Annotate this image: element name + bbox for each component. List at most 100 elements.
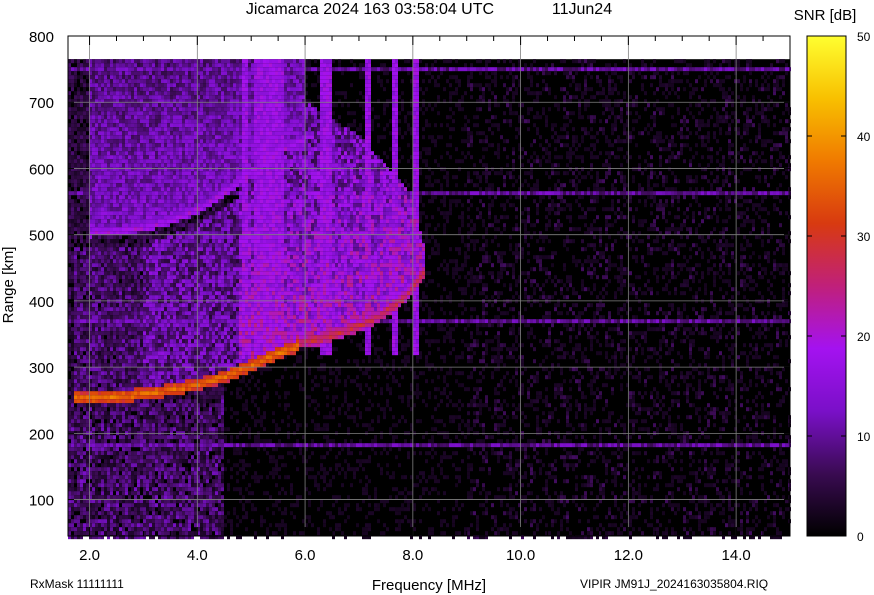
heatmap-cell: [95, 439, 98, 444]
heatmap-cell: [152, 419, 155, 424]
heatmap-cell: [140, 483, 143, 488]
heatmap-cell: [104, 271, 107, 276]
heatmap-cell: [185, 351, 188, 356]
heatmap-cell: [71, 335, 74, 340]
heatmap-cell: [176, 239, 179, 244]
heatmap-cell: [131, 151, 134, 156]
heatmap-cell: [113, 283, 116, 288]
heatmap-cell: [170, 131, 173, 136]
heatmap-cell: [77, 315, 80, 320]
heatmap-cell: [134, 303, 137, 308]
heatmap-cell: [134, 343, 137, 348]
heatmap-cell: [131, 475, 134, 480]
heatmap-cell: [152, 323, 155, 328]
heatmap-cell: [125, 531, 128, 536]
heatmap-cell: [101, 223, 104, 228]
heatmap-cell: [185, 303, 188, 308]
heatmap-cell: [146, 243, 149, 248]
heatmap-cell: [110, 419, 113, 424]
heatmap-cell: [119, 235, 122, 240]
heatmap-cell: [71, 107, 74, 112]
heatmap-cell: [134, 83, 137, 88]
heatmap-cell: [164, 191, 167, 196]
heatmap-cell: [173, 483, 176, 488]
heatmap-cell: [170, 143, 173, 148]
heatmap-cell: [140, 119, 143, 124]
heatmap-cell: [182, 127, 185, 132]
heatmap-cell: [149, 447, 152, 452]
heatmap-cell: [182, 219, 185, 224]
heatmap-cell: [170, 379, 173, 384]
heatmap-cell: [116, 287, 119, 292]
heatmap-cell: [143, 367, 146, 372]
heatmap-cell: [116, 131, 119, 136]
heatmap-cell: [110, 179, 113, 184]
heatmap-cell: [95, 519, 98, 524]
heatmap-cell: [182, 139, 185, 144]
heatmap-cell: [83, 227, 86, 232]
heatmap-cell: [164, 255, 167, 260]
heatmap-cell: [74, 183, 77, 188]
heatmap-cell: [107, 475, 110, 480]
heatmap-cell: [149, 143, 152, 148]
heatmap-cell: [101, 183, 104, 188]
heatmap-cell: [95, 59, 98, 64]
heatmap-cell: [146, 143, 149, 148]
heatmap-cell: [161, 359, 164, 364]
heatmap-cell: [140, 447, 143, 452]
heatmap-cell: [146, 415, 149, 420]
heatmap-cell: [80, 255, 83, 260]
heatmap-cell: [104, 391, 107, 396]
heatmap-cell: [125, 175, 128, 180]
heatmap-cell: [86, 515, 89, 520]
heatmap-cell: [194, 519, 197, 524]
heatmap-cell: [110, 79, 113, 84]
heatmap-cell: [95, 67, 98, 72]
heatmap-cell: [194, 467, 197, 472]
heatmap-cell: [92, 363, 95, 368]
heatmap-cell: [95, 503, 98, 508]
heatmap-cell: [98, 331, 101, 336]
heatmap-cell: [116, 243, 119, 248]
heatmap-cell: [83, 115, 86, 120]
heatmap-cell: [122, 327, 125, 332]
heatmap-cell: [86, 371, 89, 376]
heatmap-cell: [179, 211, 182, 216]
heatmap-cell: [95, 247, 98, 252]
heatmap-cell: [161, 159, 164, 164]
heatmap-cell: [182, 79, 185, 84]
heatmap-cell: [176, 351, 179, 356]
heatmap-cell: [80, 103, 83, 108]
heatmap-cell: [104, 387, 107, 392]
heatmap-cell: [110, 391, 113, 396]
heatmap-cell: [92, 407, 95, 412]
heatmap-cell: [131, 127, 134, 132]
heatmap-cell: [179, 103, 182, 108]
heatmap-cell: [188, 439, 191, 444]
heatmap-cell: [185, 311, 188, 316]
heatmap-cell: [125, 195, 128, 200]
heatmap-cell: [185, 199, 188, 204]
heatmap-cell: [128, 103, 131, 108]
heatmap-cell: [131, 331, 134, 336]
heatmap-cell: [185, 411, 188, 416]
heatmap-cell: [104, 511, 107, 516]
heatmap-cell: [161, 163, 164, 168]
heatmap-cell: [128, 427, 131, 432]
heatmap-cell: [86, 159, 89, 164]
heatmap-cell: [161, 343, 164, 348]
heatmap-cell: [104, 203, 107, 208]
heatmap-cell: [164, 427, 167, 432]
heatmap-cell: [122, 423, 125, 428]
heatmap-cell: [182, 271, 185, 276]
heatmap-cell: [149, 151, 152, 156]
heatmap-cell: [188, 527, 191, 532]
heatmap-cell: [188, 271, 191, 276]
heatmap-cell: [125, 275, 128, 280]
heatmap-cell: [110, 63, 113, 68]
heatmap-cell: [173, 275, 176, 280]
heatmap-cell: [77, 519, 80, 524]
heatmap-cell: [134, 391, 137, 396]
heatmap-cell: [194, 323, 197, 328]
heatmap-cell: [182, 487, 185, 492]
